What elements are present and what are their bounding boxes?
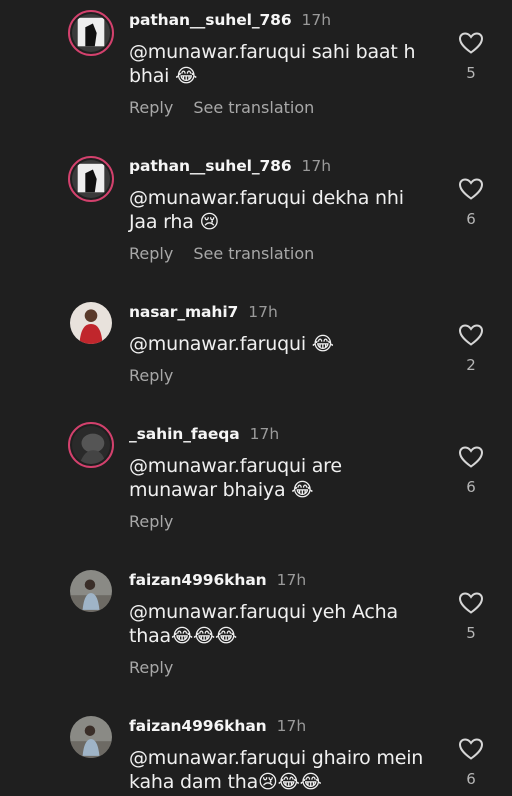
avatar[interactable] [70, 570, 112, 612]
timestamp: 17h [276, 717, 307, 735]
like-heart-icon[interactable] [458, 737, 484, 761]
comment-text: @munawar.faruqui ghairo mein kaha dam th… [129, 747, 424, 793]
timestamp: 17h [301, 157, 332, 175]
reply-button[interactable]: Reply [129, 98, 173, 117]
like-heart-icon[interactable] [458, 31, 484, 55]
avatar[interactable] [68, 10, 114, 56]
reply-button[interactable]: Reply [129, 244, 173, 263]
username[interactable]: nasar_mahi7 [129, 303, 238, 321]
avatar[interactable] [68, 422, 114, 468]
like-heart-icon[interactable] [458, 591, 484, 615]
avatar[interactable] [70, 716, 112, 758]
like-count: 5 [466, 64, 476, 82]
comment-text: @munawar.faruqui yeh Acha thaa😂😂😂 [129, 601, 398, 647]
reply-button[interactable]: Reply [129, 658, 173, 677]
comment-text: @munawar.faruqui sahi baat h bhai 😂 [129, 41, 416, 87]
like-count: 6 [466, 770, 476, 788]
comment-text: @munawar.faruqui 😂 [129, 333, 334, 355]
reply-button[interactable]: Reply [129, 512, 173, 531]
like-heart-icon[interactable] [458, 445, 484, 469]
username[interactable]: pathan__suhel_786 [129, 157, 292, 175]
timestamp: 17h [301, 11, 332, 29]
username[interactable]: pathan__suhel_786 [129, 11, 292, 29]
like-count: 5 [466, 624, 476, 642]
timestamp: 17h [276, 571, 307, 589]
username[interactable]: faizan4996khan [129, 571, 267, 589]
avatar[interactable] [70, 302, 112, 344]
like-count: 2 [466, 356, 476, 374]
like-count: 6 [466, 478, 476, 496]
like-heart-icon[interactable] [458, 323, 484, 347]
comment-text: @munawar.faruqui are munawar bhaiya 😂 [129, 455, 342, 501]
like-count: 6 [466, 210, 476, 228]
comment-text: @munawar.faruqui dekha nhi Jaa rha 😢 [129, 187, 404, 233]
username[interactable]: faizan4996khan [129, 717, 267, 735]
see-translation-button[interactable]: See translation [193, 244, 314, 263]
avatar[interactable] [68, 156, 114, 202]
see-translation-button[interactable]: See translation [193, 98, 314, 117]
timestamp: 17h [249, 425, 280, 443]
reply-button[interactable]: Reply [129, 366, 173, 385]
comments-list: pathan__suhel_786 17h @munawar.faruqui sa… [0, 0, 512, 796]
username[interactable]: _sahin_faeqa [129, 425, 240, 443]
timestamp: 17h [248, 303, 278, 321]
like-heart-icon[interactable] [458, 177, 484, 201]
